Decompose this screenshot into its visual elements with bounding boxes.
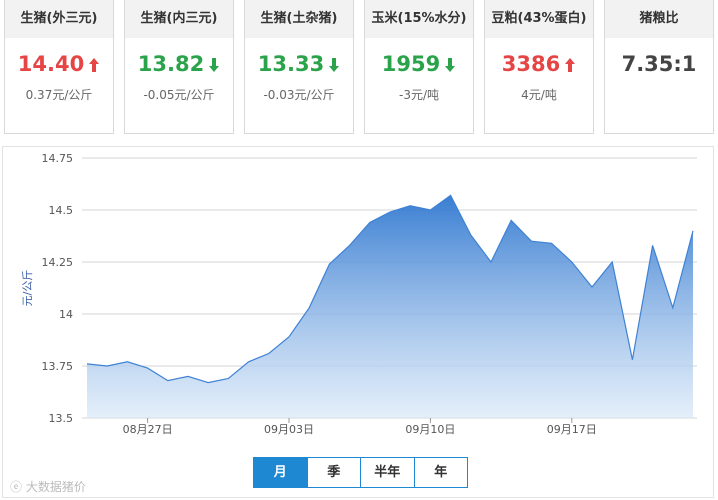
period-tabs: 月 季 半年 年 [253, 457, 468, 488]
tab-half-year[interactable]: 半年 [361, 458, 415, 487]
y-tick-label: 13.75 [42, 360, 74, 373]
tab-month[interactable]: 月 [254, 458, 308, 487]
price-chart: 14.75 14.5 14.25 14 13.75 13.5 08月27日 09月03日 09… [21, 152, 697, 436]
y-tick-label: 14.25 [42, 256, 74, 269]
tab-quarter[interactable]: 季 [308, 458, 361, 487]
watermark-text: 大数据猪价 [25, 480, 86, 494]
tab-year[interactable]: 年 [415, 458, 468, 487]
x-tick-label: 09月10日 [405, 423, 455, 436]
watermark-logo-icon: ⓔ [10, 480, 26, 494]
watermark: ⓔ 大数据猪价 [10, 478, 86, 495]
y-tick-label: 13.5 [49, 412, 74, 425]
y-tick-label: 14.5 [49, 204, 74, 217]
x-tick-label: 09月03日 [264, 423, 314, 436]
y-axis-label: 元/公斤 [21, 270, 34, 307]
price-area [87, 195, 693, 418]
x-tick-label: 09月17日 [547, 423, 597, 436]
y-tick-label: 14 [59, 308, 73, 321]
y-tick-label: 14.75 [42, 152, 74, 165]
x-tick-label: 08月27日 [123, 423, 173, 436]
